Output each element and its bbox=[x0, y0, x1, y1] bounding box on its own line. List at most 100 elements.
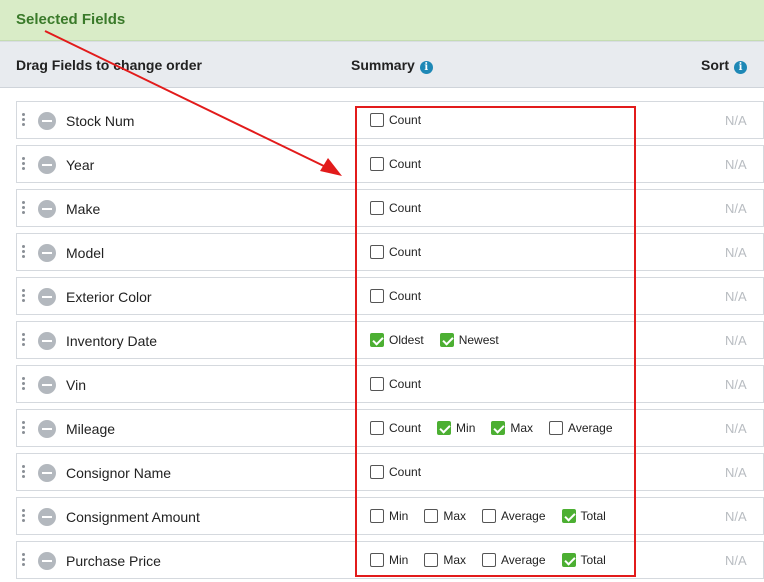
checkbox[interactable] bbox=[482, 553, 497, 567]
checkbox-checked[interactable] bbox=[491, 421, 506, 435]
remove-field-icon[interactable] bbox=[38, 156, 56, 174]
summary-option[interactable]: Max bbox=[491, 421, 533, 435]
checkbox[interactable] bbox=[370, 509, 384, 523]
remove-field-icon[interactable] bbox=[38, 552, 56, 570]
drag-handle-icon[interactable] bbox=[22, 113, 26, 129]
field-row[interactable]: Exterior Color Count N/A bbox=[16, 277, 764, 315]
summary-option[interactable]: Count bbox=[370, 465, 421, 479]
summary-option[interactable]: Count bbox=[370, 201, 421, 215]
field-row[interactable]: Make Count N/A bbox=[16, 189, 764, 227]
drag-handle-icon[interactable] bbox=[22, 421, 26, 437]
checkbox[interactable] bbox=[424, 509, 439, 523]
summary-option-label: Count bbox=[389, 377, 422, 391]
remove-field-icon[interactable] bbox=[38, 288, 56, 306]
remove-field-icon[interactable] bbox=[38, 376, 56, 394]
summary-option[interactable]: Max bbox=[424, 553, 466, 567]
drag-handle-icon[interactable] bbox=[22, 201, 26, 217]
drag-handle-icon[interactable] bbox=[22, 377, 26, 393]
summary-option[interactable]: Newest bbox=[439, 333, 499, 347]
field-row[interactable]: Year Count N/A bbox=[16, 145, 764, 183]
sort-value: N/A bbox=[725, 157, 747, 172]
remove-field-icon[interactable] bbox=[38, 508, 56, 526]
field-row[interactable]: Model Count N/A bbox=[16, 233, 764, 271]
summary-option[interactable]: Average bbox=[482, 509, 546, 523]
checkbox-checked[interactable] bbox=[561, 553, 576, 567]
field-row[interactable]: Vin Count N/A bbox=[16, 365, 764, 403]
summary-option[interactable]: Min bbox=[437, 421, 475, 435]
checkbox[interactable] bbox=[370, 421, 384, 435]
summary-option[interactable]: Count bbox=[370, 245, 421, 259]
field-name: Inventory Date bbox=[66, 333, 158, 349]
column-header-row: Drag Fields to change order Summary i Sor… bbox=[0, 41, 764, 88]
summary-option[interactable]: Total bbox=[561, 509, 606, 523]
summary-option-label: Average bbox=[501, 509, 546, 523]
remove-field-icon[interactable] bbox=[38, 244, 56, 262]
summary-option[interactable]: Max bbox=[424, 509, 466, 523]
summary-option[interactable]: Min bbox=[370, 509, 408, 523]
summary-option[interactable]: Count bbox=[370, 421, 421, 435]
drag-handle-icon[interactable] bbox=[22, 509, 26, 525]
summary-option-label: Count bbox=[389, 465, 422, 479]
drag-handle-icon[interactable] bbox=[22, 465, 26, 481]
checkbox[interactable] bbox=[370, 113, 384, 127]
field-name: Consignment Amount bbox=[66, 509, 200, 525]
remove-field-icon[interactable] bbox=[38, 332, 56, 350]
checkbox[interactable] bbox=[370, 377, 384, 391]
checkbox-checked[interactable] bbox=[561, 509, 576, 523]
remove-field-icon[interactable] bbox=[38, 420, 56, 438]
checkbox-checked[interactable] bbox=[437, 421, 452, 435]
summary-option-label: Count bbox=[389, 113, 422, 127]
field-row[interactable]: Consignor Name Count N/A bbox=[16, 453, 764, 491]
summary-options: Count bbox=[370, 234, 437, 270]
summary-option[interactable]: Count bbox=[370, 113, 421, 127]
field-row[interactable]: Stock Num Count N/A bbox=[16, 101, 764, 139]
remove-field-icon[interactable] bbox=[38, 200, 56, 218]
summary-option[interactable]: Min bbox=[370, 553, 408, 567]
summary-option[interactable]: Count bbox=[370, 157, 421, 171]
field-row[interactable]: Consignment Amount Min Max Average Total N/A bbox=[16, 497, 764, 535]
checkbox[interactable] bbox=[549, 421, 564, 435]
checkbox[interactable] bbox=[370, 157, 384, 171]
summary-info-icon[interactable]: i bbox=[419, 61, 433, 74]
checkbox-checked[interactable] bbox=[439, 333, 454, 347]
sort-value: N/A bbox=[725, 333, 747, 348]
summary-option[interactable]: Count bbox=[370, 377, 421, 391]
summary-options: Count Min Max Average bbox=[370, 410, 629, 446]
drag-handle-icon[interactable] bbox=[22, 157, 26, 173]
field-row[interactable]: Inventory Date Oldest Newest N/A bbox=[16, 321, 764, 359]
summary-option-label: Min bbox=[389, 509, 409, 523]
summary-option-label: Max bbox=[510, 421, 534, 435]
remove-field-icon[interactable] bbox=[38, 112, 56, 130]
summary-option-label: Newest bbox=[458, 333, 499, 347]
field-row[interactable]: Purchase Price Min Max Average Total N/A bbox=[16, 541, 764, 579]
checkbox[interactable] bbox=[370, 465, 384, 479]
drag-handle-icon[interactable] bbox=[22, 333, 26, 349]
checkbox-checked[interactable] bbox=[370, 333, 384, 347]
field-row[interactable]: Mileage Count Min Max Average N/A bbox=[16, 409, 764, 447]
checkbox[interactable] bbox=[370, 245, 384, 259]
summary-options: Count bbox=[370, 146, 437, 182]
field-name: Mileage bbox=[66, 421, 116, 437]
checkbox[interactable] bbox=[482, 509, 497, 523]
summary-option-label: Max bbox=[443, 553, 467, 567]
sort-value: N/A bbox=[725, 553, 747, 568]
summary-option[interactable]: Average bbox=[549, 421, 613, 435]
summary-option-label: Count bbox=[389, 289, 422, 303]
checkbox[interactable] bbox=[370, 201, 384, 215]
sort-info-icon[interactable]: i bbox=[734, 61, 747, 74]
drag-handle-icon[interactable] bbox=[22, 245, 26, 261]
checkbox[interactable] bbox=[370, 553, 384, 567]
summary-options: Count bbox=[370, 366, 437, 402]
summary-option-label: Average bbox=[501, 553, 546, 567]
sort-column-header: Sort i bbox=[701, 57, 747, 74]
checkbox[interactable] bbox=[424, 553, 439, 567]
drag-handle-icon[interactable] bbox=[22, 553, 26, 569]
summary-option-label: Average bbox=[568, 421, 613, 435]
summary-option[interactable]: Oldest bbox=[370, 333, 424, 347]
summary-option[interactable]: Average bbox=[482, 553, 546, 567]
remove-field-icon[interactable] bbox=[38, 464, 56, 482]
summary-option[interactable]: Total bbox=[561, 553, 606, 567]
drag-handle-icon[interactable] bbox=[22, 289, 26, 305]
summary-option[interactable]: Count bbox=[370, 289, 421, 303]
checkbox[interactable] bbox=[370, 289, 384, 303]
